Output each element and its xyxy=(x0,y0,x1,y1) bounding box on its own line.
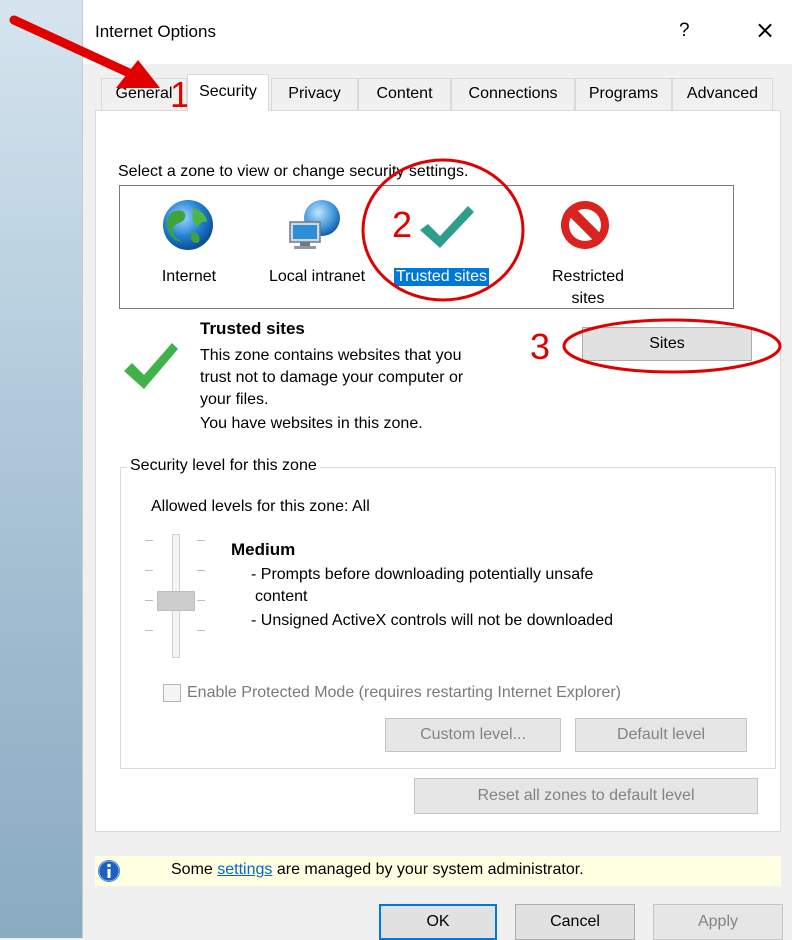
slider-tick xyxy=(145,570,153,571)
admin-info-bar: Some settings are managed by your system… xyxy=(95,856,781,886)
info-icon xyxy=(98,860,120,882)
tab-programs[interactable]: Programs xyxy=(575,78,672,110)
sites-button[interactable]: Sites xyxy=(582,327,752,361)
slider-tick xyxy=(145,540,153,541)
tab-privacy[interactable]: Privacy xyxy=(271,78,358,110)
slider-tick xyxy=(145,630,153,631)
window-title: Internet Options xyxy=(95,22,216,41)
admin-info-text: Some settings are managed by your system… xyxy=(171,861,584,879)
zone-label-trusted-sites: Trusted sites xyxy=(394,268,489,286)
ok-button[interactable]: OK xyxy=(379,904,497,940)
reset-all-zones-button[interactable]: Reset all zones to default level xyxy=(414,778,758,814)
level-desc-line2: content xyxy=(255,588,308,605)
slider-thumb[interactable] xyxy=(157,591,195,611)
zone-title: Trusted sites xyxy=(200,319,305,338)
tab-connections[interactable]: Connections xyxy=(451,78,575,110)
security-level-group: Security level for this zone Allowed lev… xyxy=(120,457,776,769)
help-button[interactable]: ? xyxy=(679,20,690,42)
prohibited-icon xyxy=(561,201,609,249)
security-level-group-title: Security level for this zone xyxy=(127,457,320,475)
desktop-background xyxy=(0,0,82,938)
annotation-step-3: 3 xyxy=(530,326,551,367)
slider-tick xyxy=(197,540,205,541)
globe-icon xyxy=(163,200,213,250)
title-bar: Internet Options ? × xyxy=(83,0,792,64)
protected-mode-label: Enable Protected Mode (requires restarti… xyxy=(187,684,621,701)
zone-local-intranet[interactable]: Local intranet xyxy=(256,194,378,304)
intranet-icon xyxy=(289,200,340,249)
zone-list: Internet Local intranet Trusted sites Re… xyxy=(119,185,734,309)
slider-tick xyxy=(145,600,153,601)
protected-mode-checkbox[interactable] xyxy=(163,684,181,702)
zone-internet[interactable]: Internet xyxy=(149,194,229,304)
admin-info-prefix: Some xyxy=(171,861,218,878)
level-name: Medium xyxy=(231,540,296,559)
tab-strip: General Security Privacy Content Connect… xyxy=(95,74,785,111)
zone-prompt: Select a zone to view or change security… xyxy=(118,163,469,180)
level-desc-line1: - Prompts before downloading potentially… xyxy=(251,566,594,583)
settings-link[interactable]: settings xyxy=(217,861,272,878)
zone-label-restricted-line2: sites xyxy=(571,290,605,307)
internet-options-window: Internet Options ? × General Security Pr… xyxy=(82,0,792,940)
security-panel: Select a zone to view or change security… xyxy=(95,110,781,832)
checkmark-icon xyxy=(420,206,474,248)
security-level-slider[interactable] xyxy=(141,534,211,660)
level-desc-line3: - Unsigned ActiveX controls will not be … xyxy=(251,612,613,629)
zone-label-internet: Internet xyxy=(161,268,217,285)
tab-advanced[interactable]: Advanced xyxy=(672,78,773,110)
apply-button[interactable]: Apply xyxy=(653,904,783,940)
allowed-levels-label: Allowed levels for this zone: All xyxy=(151,498,370,515)
zone-label-local-intranet: Local intranet xyxy=(268,268,366,285)
trusted-check-icon xyxy=(124,343,178,389)
zone-restricted-sites[interactable]: Restricted sites xyxy=(538,194,638,307)
annotation-step-2: 2 xyxy=(392,204,413,245)
zone-desc-line3: your files. xyxy=(200,391,269,408)
slider-tick xyxy=(197,600,205,601)
zone-desc-line1: This zone contains websites that you xyxy=(200,347,462,364)
close-button[interactable]: × xyxy=(755,16,775,44)
zone-desc-line4: You have websites in this zone. xyxy=(200,415,423,432)
slider-tick xyxy=(197,570,205,571)
default-level-button[interactable]: Default level xyxy=(575,718,747,752)
tab-content[interactable]: Content xyxy=(358,78,451,110)
slider-tick xyxy=(197,630,205,631)
admin-info-suffix: are managed by your system administrator… xyxy=(272,861,584,878)
cancel-button[interactable]: Cancel xyxy=(515,904,635,940)
custom-level-button[interactable]: Custom level... xyxy=(385,718,561,752)
zone-label-restricted-line1: Restricted xyxy=(551,268,625,285)
tab-security[interactable]: Security xyxy=(187,74,269,111)
zone-desc-line2: trust not to damage your computer or xyxy=(200,369,464,386)
